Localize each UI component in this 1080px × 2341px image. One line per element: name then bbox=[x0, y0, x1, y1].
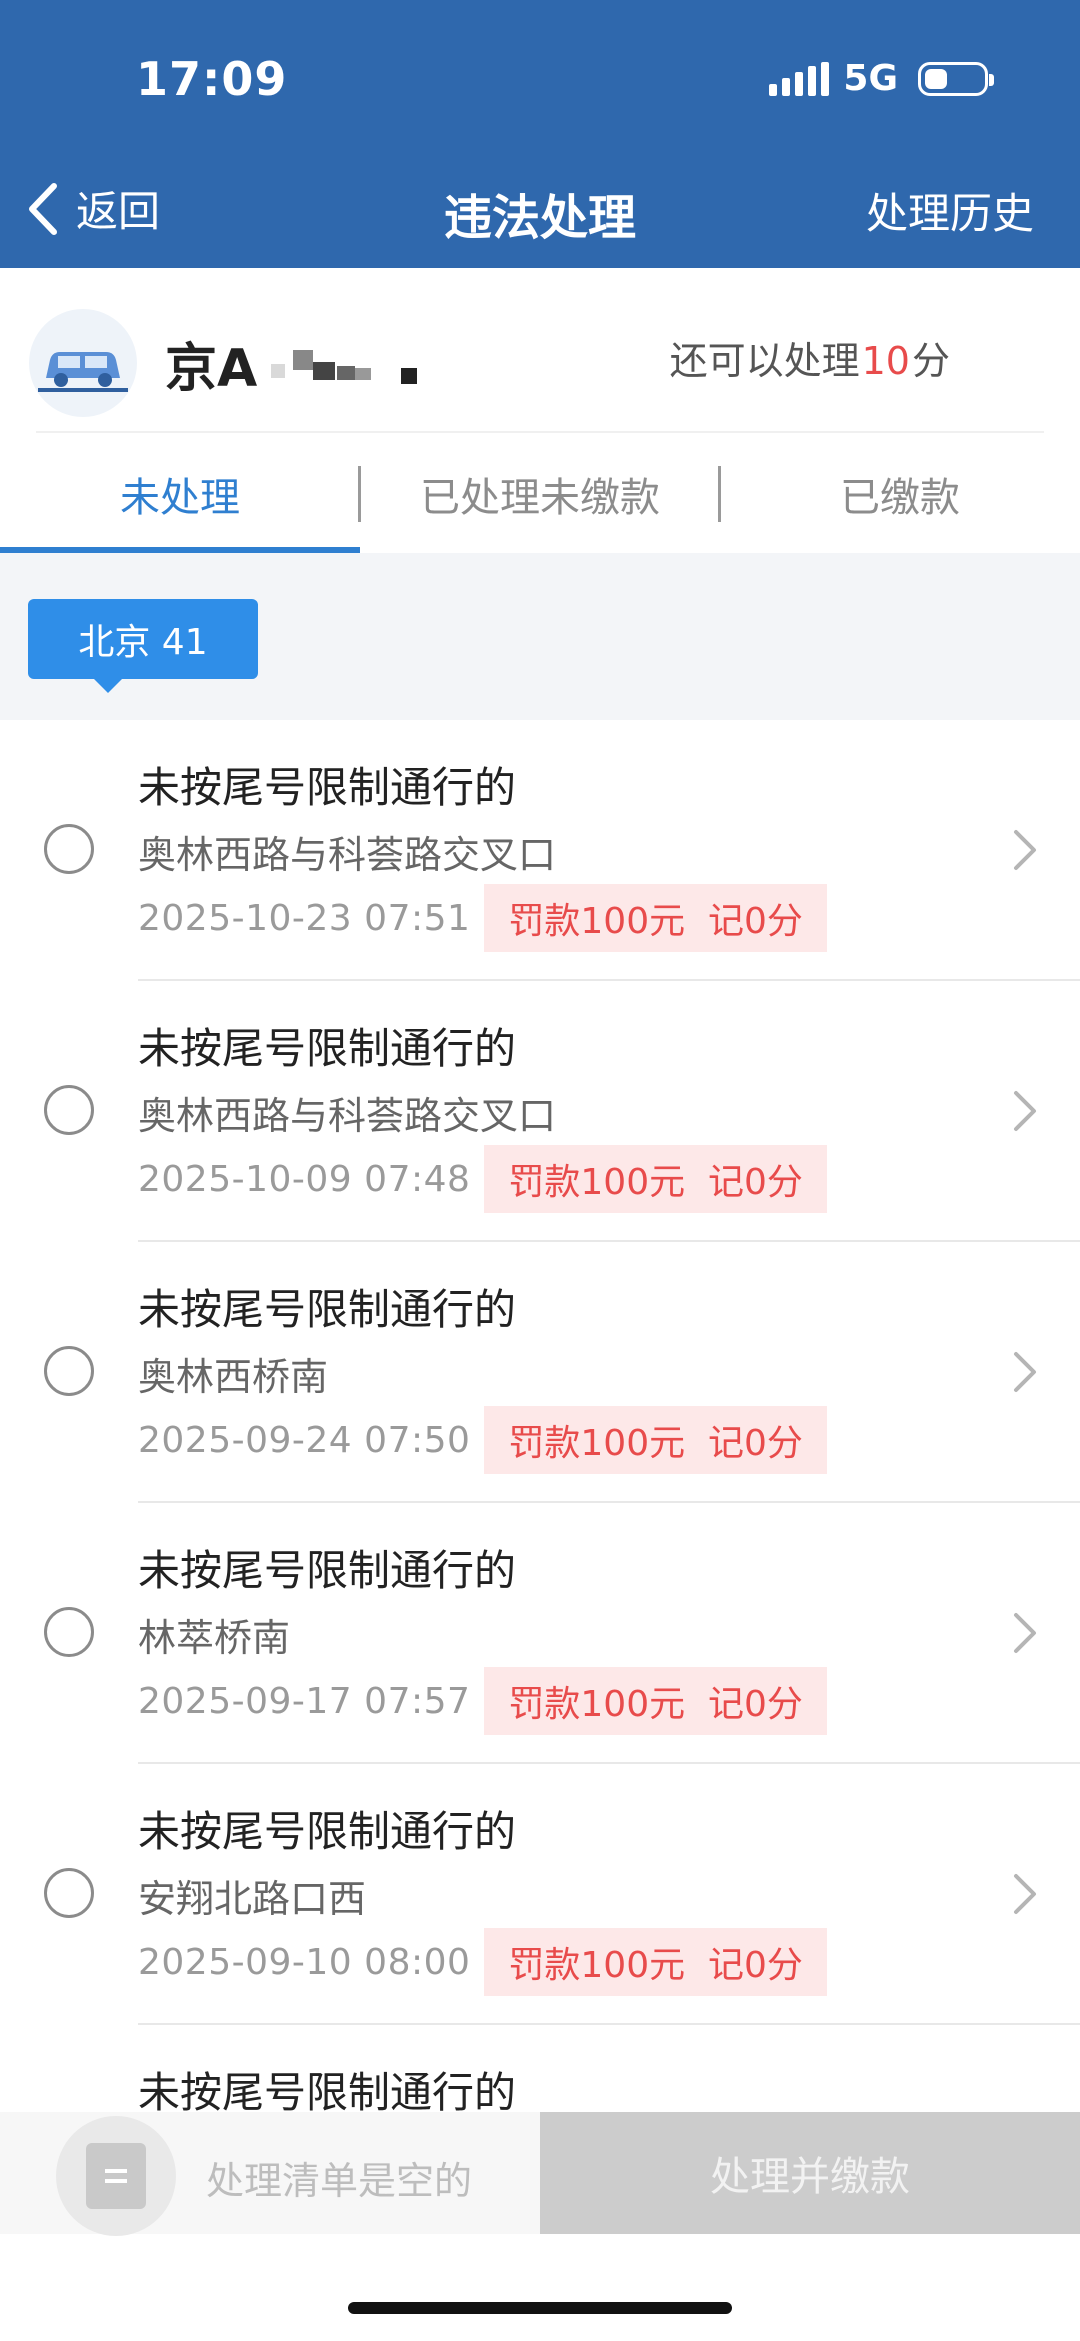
battery-icon bbox=[918, 61, 994, 96]
chevron-right-icon bbox=[1014, 1091, 1036, 1131]
violation-datetime: 2025-10-09 07:48 bbox=[138, 1158, 471, 1200]
car-icon bbox=[29, 309, 137, 417]
region-badge[interactable]: 北京 41 bbox=[28, 599, 258, 693]
violation-location: 奥林西路与科荟路交叉口 bbox=[138, 1094, 557, 1138]
remaining-points-value: 10 bbox=[861, 339, 910, 383]
fine-badge: 罚款100元 记0分 bbox=[484, 1928, 827, 1996]
status-tabs: 未处理 已处理未缴款 已缴款 bbox=[0, 433, 1080, 553]
tab-unprocessed[interactable]: 未处理 bbox=[0, 433, 360, 553]
violation-datetime: 2025-09-17 07:57 bbox=[138, 1680, 471, 1722]
select-radio[interactable] bbox=[44, 1607, 94, 1657]
violation-title: 未按尾号限制通行的 bbox=[138, 1024, 517, 1073]
violation-datetime: 2025-09-24 07:50 bbox=[138, 1419, 471, 1461]
process-and-pay-button[interactable]: 处理并缴款 bbox=[540, 2112, 1080, 2234]
top-header: 17:09 5G 返回 违法处理 处理历史 bbox=[0, 0, 1080, 268]
violation-title: 未按尾号限制通行的 bbox=[138, 2068, 517, 2117]
region-filter-area: 北京 41 bbox=[0, 553, 1080, 720]
select-radio[interactable] bbox=[44, 824, 94, 874]
select-radio[interactable] bbox=[44, 1085, 94, 1135]
bottom-action-bar: 处理清单是空的 处理并缴款 bbox=[0, 2112, 1080, 2236]
violation-title: 未按尾号限制通行的 bbox=[138, 1807, 517, 1856]
violation-datetime: 2025-09-10 08:00 bbox=[138, 1941, 471, 1983]
checklist-icon bbox=[86, 2143, 146, 2209]
tab-paid[interactable]: 已缴款 bbox=[720, 433, 1080, 553]
violation-item[interactable]: 未按尾号限制通行的 林萃桥南 2025-09-17 07:57 罚款100元 记… bbox=[0, 1503, 1080, 1764]
fine-badge: 罚款100元 记0分 bbox=[484, 884, 827, 952]
fine-badge: 罚款100元 记0分 bbox=[484, 1406, 827, 1474]
history-button[interactable]: 处理历史 bbox=[866, 180, 1034, 241]
chevron-right-icon bbox=[1014, 1613, 1036, 1653]
tab-separator bbox=[718, 466, 721, 522]
plate-redaction bbox=[271, 342, 441, 386]
plate-prefix: 京A bbox=[165, 339, 258, 399]
violation-datetime: 2025-10-23 07:51 bbox=[138, 897, 471, 939]
chevron-right-icon bbox=[1014, 1874, 1036, 1914]
violation-title: 未按尾号限制通行的 bbox=[138, 1285, 517, 1334]
select-radio[interactable] bbox=[44, 1346, 94, 1396]
remaining-points: 还可以处理 10 分 bbox=[669, 339, 950, 383]
violation-item[interactable]: 未按尾号限制通行的 奥林西路与科荟路交叉口 2025-10-09 07:48 罚… bbox=[0, 981, 1080, 1242]
tab-separator bbox=[358, 466, 361, 522]
vehicle-info: 京A 还可以处理 10 分 bbox=[0, 268, 1080, 433]
page: 17:09 5G 返回 违法处理 处理历史 京A 还可以处理 10 分 未处理 … bbox=[0, 0, 1080, 2341]
empty-list-text: 处理清单是空的 bbox=[206, 2159, 473, 2203]
violation-location: 安翔北路口西 bbox=[138, 1877, 367, 1921]
violation-item[interactable]: 未按尾号限制通行的 奥林西路与科荟路交叉口 2025-10-23 07:51 罚… bbox=[0, 720, 1080, 981]
fine-badge: 罚款100元 记0分 bbox=[484, 1145, 827, 1213]
fine-badge: 罚款100元 记0分 bbox=[484, 1667, 827, 1735]
chevron-right-icon bbox=[1014, 1352, 1036, 1392]
violation-list: 未按尾号限制通行的 奥林西路与科荟路交叉口 2025-10-23 07:51 罚… bbox=[0, 720, 1080, 2286]
plate-number: 京A bbox=[165, 326, 441, 401]
chevron-right-icon bbox=[1014, 830, 1036, 870]
violation-title: 未按尾号限制通行的 bbox=[138, 763, 517, 812]
network-label: 5G bbox=[843, 58, 898, 99]
tab-processed-unpaid[interactable]: 已处理未缴款 bbox=[360, 433, 720, 553]
status-indicators: 5G bbox=[769, 58, 994, 99]
violation-item[interactable]: 未按尾号限制通行的 奥林西桥南 2025-09-24 07:50 罚款100元 … bbox=[0, 1242, 1080, 1503]
violation-item[interactable]: 未按尾号限制通行的 安翔北路口西 2025-09-10 08:00 罚款100元… bbox=[0, 1764, 1080, 2025]
violation-location: 奥林西桥南 bbox=[138, 1355, 329, 1399]
checklist-button[interactable] bbox=[56, 2116, 176, 2236]
violation-location: 林萃桥南 bbox=[138, 1616, 291, 1660]
signal-icon bbox=[769, 61, 830, 96]
home-indicator bbox=[348, 2302, 732, 2314]
violation-location: 奥林西路与科荟路交叉口 bbox=[138, 833, 557, 877]
status-time: 17:09 bbox=[136, 52, 288, 106]
violation-title: 未按尾号限制通行的 bbox=[138, 1546, 517, 1595]
select-radio[interactable] bbox=[44, 1868, 94, 1918]
nav-bar: 返回 违法处理 处理历史 bbox=[0, 170, 1080, 250]
